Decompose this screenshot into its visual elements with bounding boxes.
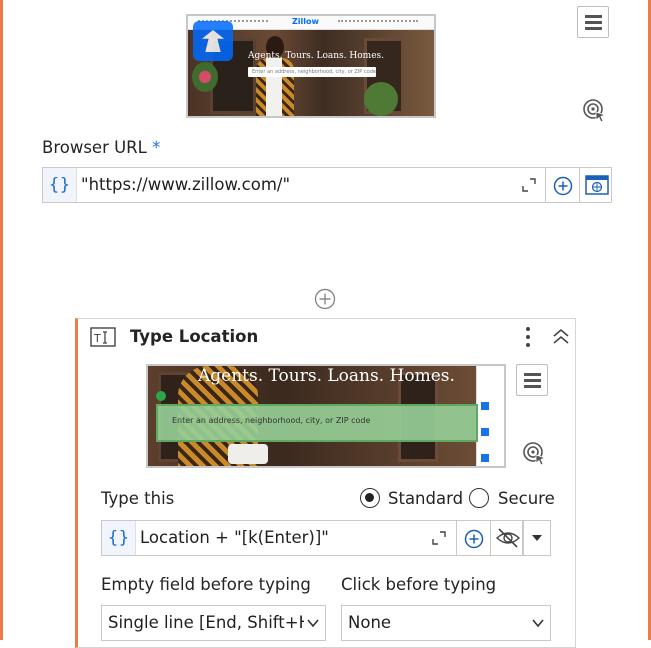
radio-secure[interactable] — [469, 488, 489, 508]
thumbnail-hand — [228, 444, 268, 464]
chevron-down-icon — [532, 619, 544, 628]
thumbnail-search-placeholder: Enter an address, neighborhood, city, or… — [172, 416, 371, 425]
toggle-visibility-button[interactable] — [490, 521, 523, 555]
click-before-value: None — [348, 613, 392, 632]
empty-field-select[interactable]: Single line [End, Shift+H — [101, 605, 326, 641]
thumbnail-side-panel — [476, 366, 504, 466]
activity-header[interactable]: T Type Location — [78, 319, 575, 357]
thumbnail-plant-right — [364, 82, 398, 116]
more-options-icon[interactable] — [524, 325, 532, 349]
click-before-label: Click before typing — [341, 575, 497, 594]
type-this-field[interactable]: {} Location + "[k(Enter)]" — [101, 520, 523, 556]
type-this-label: Type this — [101, 489, 175, 508]
browser-screenshot-thumbnail[interactable]: Zillow Agents. Tours. Loans. Homes. Ente… — [186, 14, 436, 118]
browser-options-menu-button[interactable] — [577, 6, 609, 38]
browser-url-label-text: Browser URL — [42, 138, 147, 157]
add-variable-button[interactable] — [545, 168, 579, 202]
plus-circle-icon — [464, 529, 484, 549]
type-mode-dropdown-button[interactable] — [523, 520, 551, 556]
collapse-chevron-icon[interactable] — [552, 327, 570, 347]
expression-braces-icon: {} — [102, 521, 136, 555]
browse-browser-button[interactable] — [579, 168, 612, 202]
thumbnail-headline: Agents. Tours. Loans. Homes. — [198, 366, 455, 386]
type-into-icon: T — [90, 327, 116, 347]
plus-circle-icon — [553, 176, 573, 196]
indicate-target-icon[interactable] — [582, 97, 608, 123]
expand-editor-icon[interactable] — [521, 177, 537, 193]
anchor-dot-icon — [156, 391, 166, 401]
svg-text:T: T — [93, 332, 101, 345]
add-activity-plus-icon[interactable] — [314, 288, 336, 310]
radio-standard-label[interactable]: Standard — [388, 489, 463, 508]
thumbnail-plant — [192, 62, 218, 92]
thumbnail-headline: Agents. Tours. Loans. Homes. — [248, 51, 385, 61]
add-variable-button[interactable] — [456, 521, 490, 555]
browser-url-field[interactable]: {} "https://www.zillow.com/" — [42, 167, 612, 203]
caret-down-icon — [532, 535, 542, 541]
browser-window-icon — [585, 175, 609, 195]
chevron-down-icon — [307, 619, 319, 628]
click-before-select[interactable]: None — [341, 605, 551, 641]
indicate-target-icon[interactable] — [522, 440, 548, 466]
empty-field-label: Empty field before typing — [101, 575, 311, 594]
target-highlight: Enter an address, neighborhood, city, or… — [156, 404, 478, 442]
eye-slash-icon — [495, 528, 521, 548]
radio-standard[interactable] — [360, 488, 380, 508]
thumbnail-brand: Zillow — [292, 17, 319, 26]
browser-url-label: Browser URL * — [42, 138, 160, 157]
empty-field-value: Single line [End, Shift+H — [108, 613, 304, 632]
thumbnail-nav-links-right — [338, 20, 418, 23]
activity-options-menu-button[interactable] — [516, 364, 548, 396]
activity-title[interactable]: Type Location — [130, 327, 258, 346]
radio-secure-label[interactable]: Secure — [498, 489, 555, 508]
expression-braces-icon: {} — [43, 168, 77, 202]
thumbnail-search-box: Enter an address, neighborhood, city, or… — [248, 67, 376, 77]
required-marker: * — [152, 138, 161, 157]
target-element-thumbnail[interactable]: Agents. Tours. Loans. Homes. Enter an ad… — [146, 364, 506, 468]
browser-url-input[interactable]: "https://www.zillow.com/" — [81, 168, 290, 202]
type-this-input[interactable]: Location + "[k(Enter)]" — [140, 521, 329, 555]
expand-editor-icon[interactable] — [431, 530, 447, 546]
thumbnail-search-placeholder: Enter an address, neighborhood, city, or… — [252, 69, 376, 75]
zillow-logo-icon — [193, 21, 233, 61]
